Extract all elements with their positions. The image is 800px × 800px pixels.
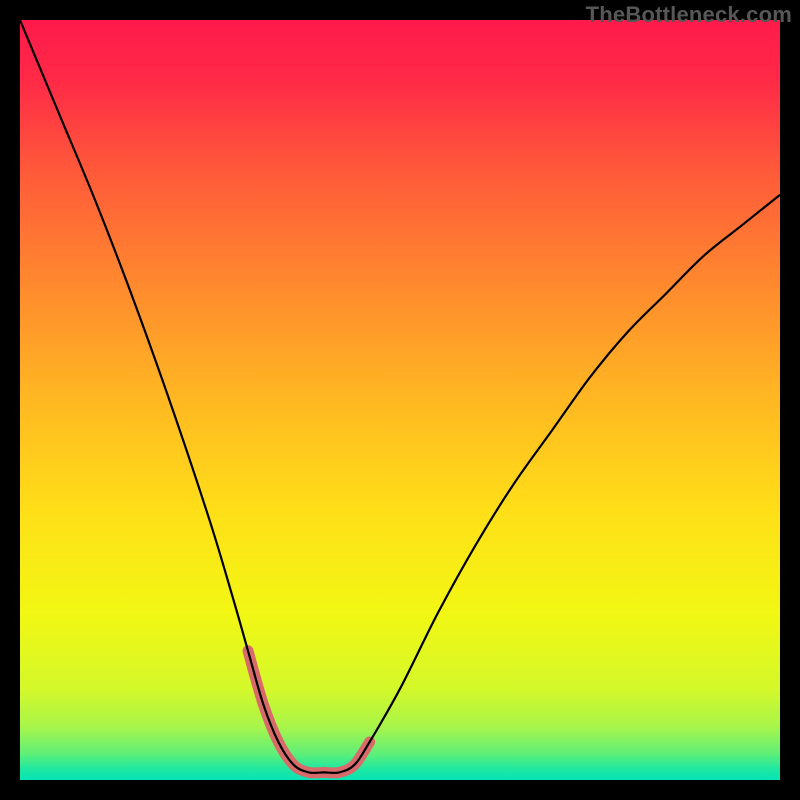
- bottleneck-chart: [20, 20, 780, 780]
- chart-frame: [20, 20, 780, 780]
- gradient-background: [20, 20, 780, 780]
- watermark-text: TheBottleneck.com: [586, 2, 792, 28]
